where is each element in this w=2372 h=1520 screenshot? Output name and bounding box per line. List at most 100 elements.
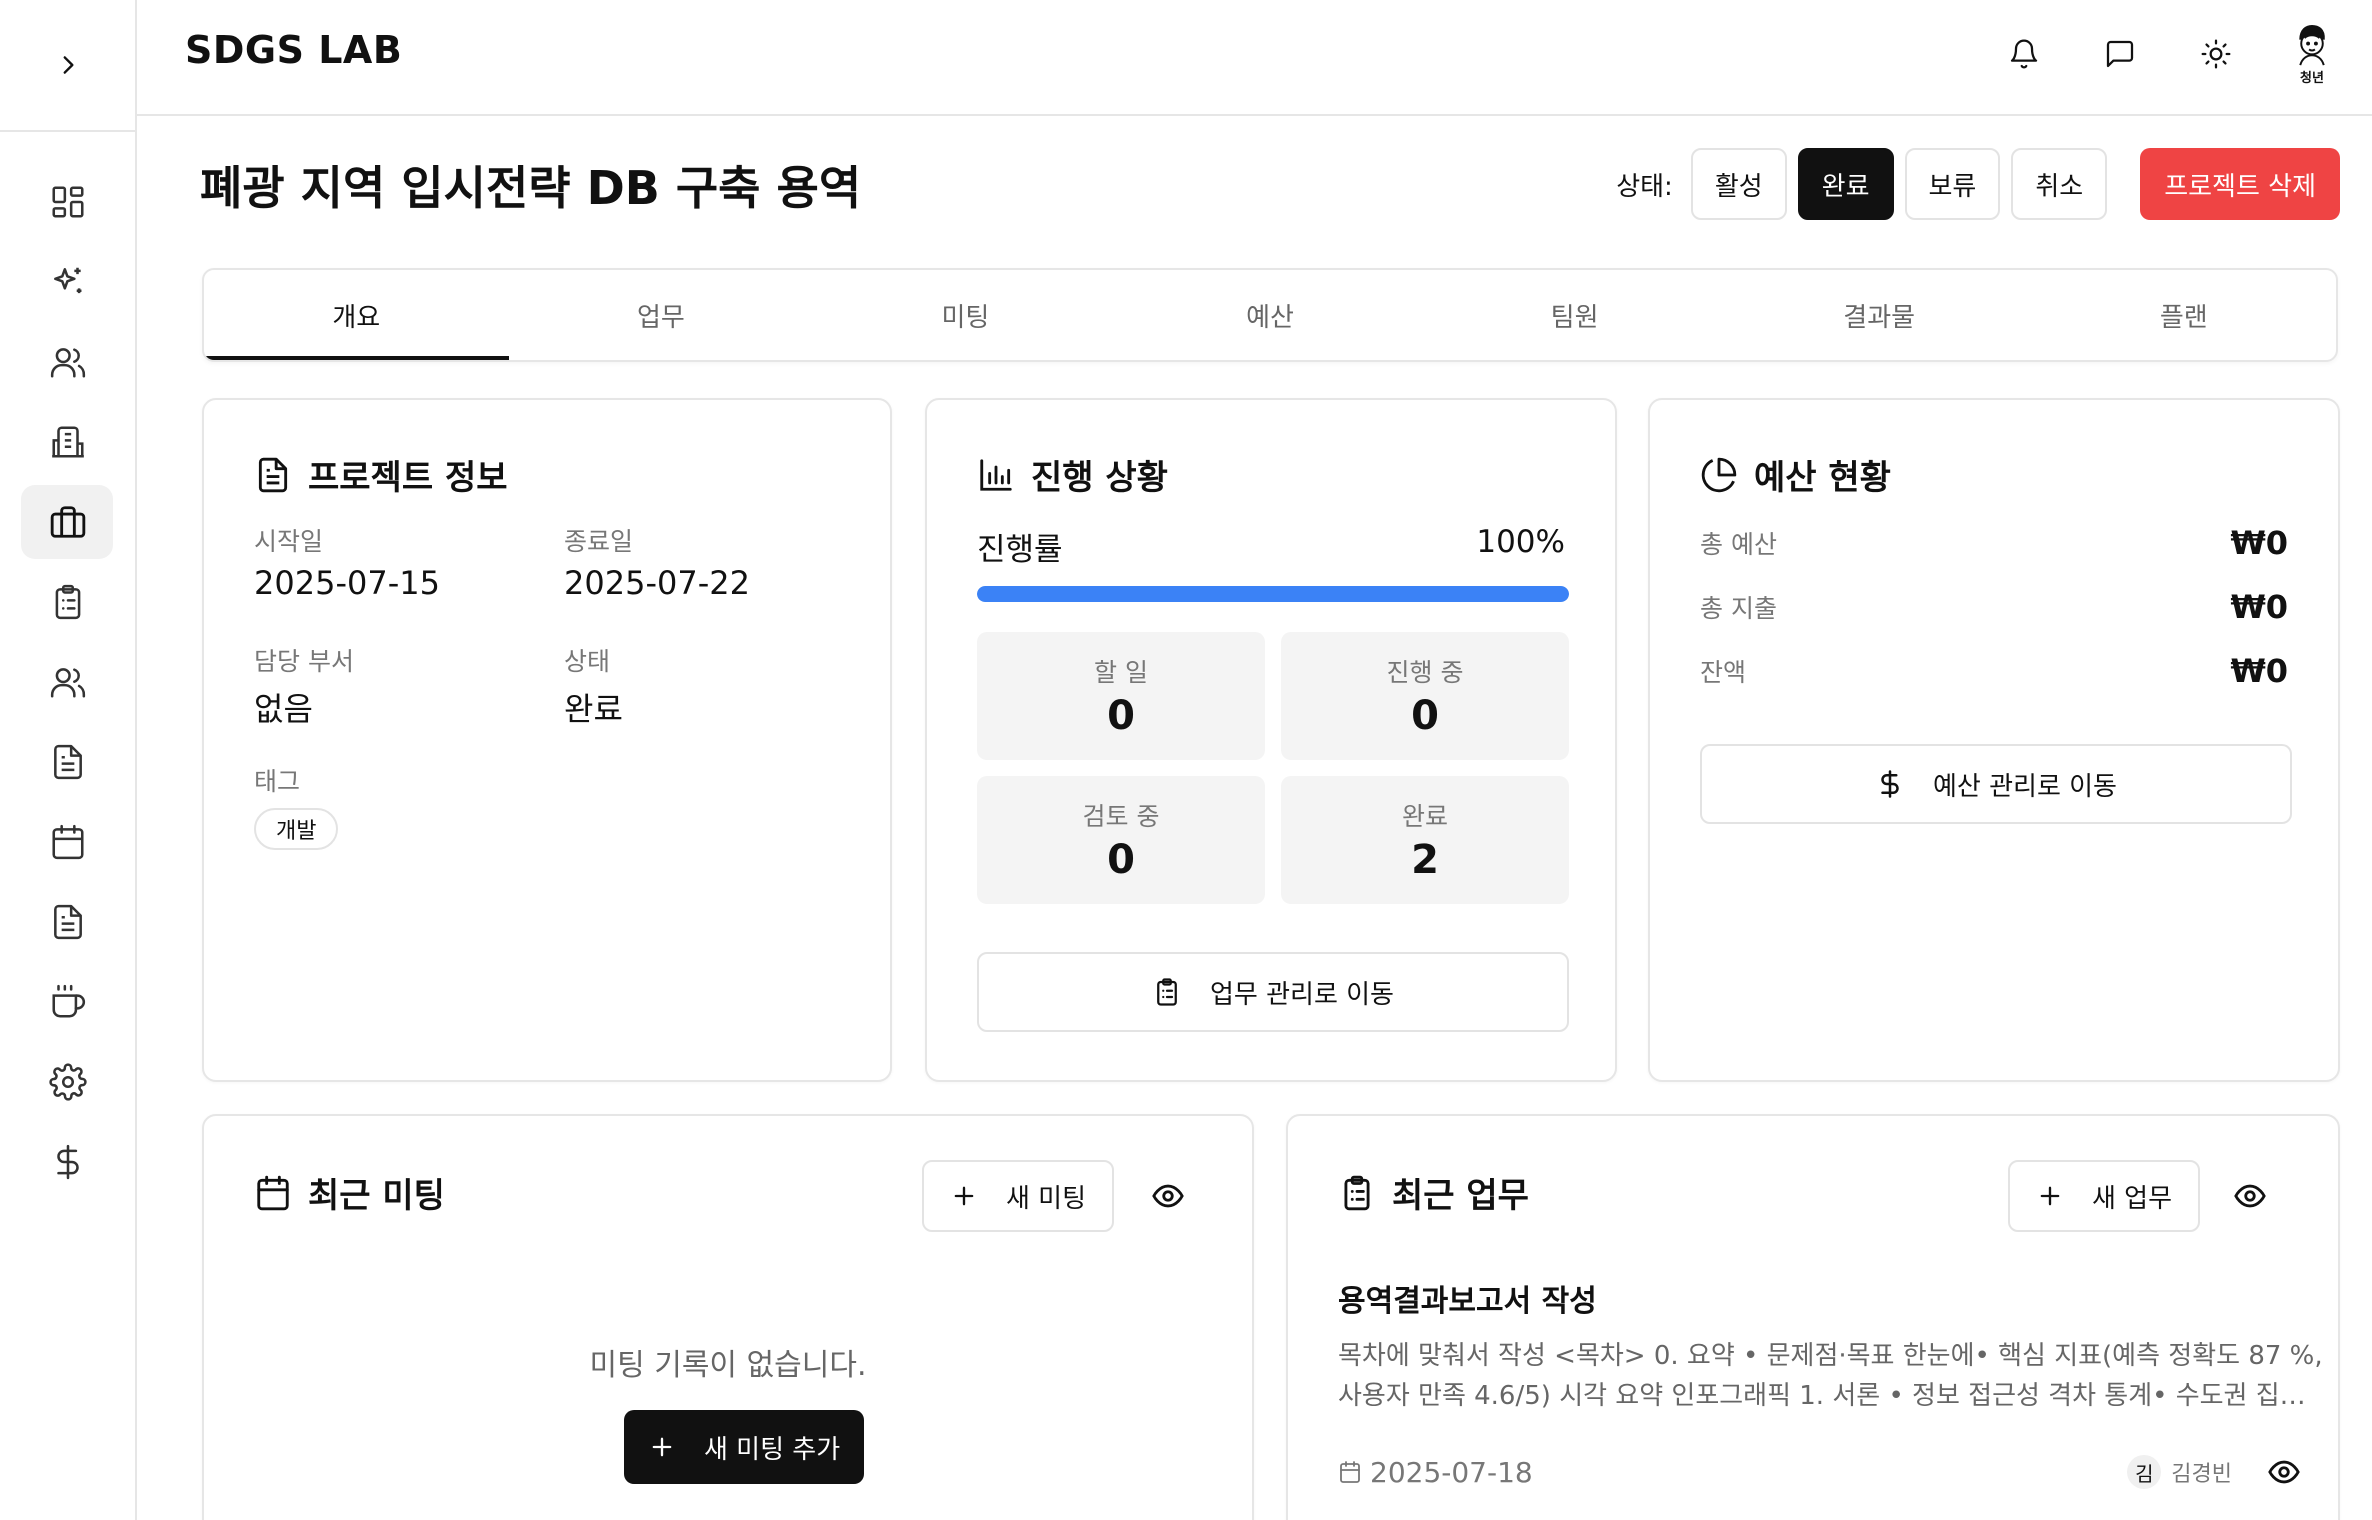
sidebar-item-settings[interactable] (0, 1042, 135, 1122)
budget-title: 예산 현황 (1700, 450, 1891, 499)
tab-deliverables[interactable]: 결과물 (1727, 270, 2032, 360)
briefcase-icon (50, 506, 85, 538)
sidebar-item-dashboard[interactable] (0, 162, 135, 242)
users-icon (50, 668, 85, 698)
file-text-icon (258, 457, 288, 492)
status-completed-button[interactable]: 완료 (1797, 148, 1894, 220)
new-meeting-label: 새 미팅 (1006, 1183, 1087, 1214)
sidebar-item-projects[interactable] (0, 482, 135, 562)
sidebar-nav (0, 162, 135, 1202)
task-assignee: 김 김경빈 (2127, 1448, 2308, 1496)
state-value: 완료 (564, 690, 623, 728)
go-to-budget-button[interactable]: 예산 관리로 이동 (1700, 744, 2292, 824)
new-task-label: 새 업무 (2092, 1183, 2173, 1214)
sidebar-item-users[interactable] (0, 322, 135, 402)
view-task-button[interactable] (2260, 1448, 2308, 1496)
brand-logo[interactable]: SDGS LAB (185, 28, 402, 72)
dollar-icon (56, 1144, 79, 1180)
start-date-value: 2025-07-15 (254, 564, 440, 602)
new-meeting-button[interactable]: 새 미팅 (922, 1160, 1115, 1232)
state-label: 상태 (564, 647, 611, 676)
messages-button[interactable] (2090, 24, 2150, 84)
add-meeting-button[interactable]: 새 미팅 추가 (624, 1410, 865, 1484)
stat-value: 0 (1107, 693, 1135, 739)
status-active-button[interactable]: 활성 (1690, 148, 1787, 220)
project-info-card: 프로젝트 정보 시작일 2025-07-15 종료일 2025-07-22 담당… (202, 398, 892, 1082)
go-to-tasks-button[interactable]: 업무 관리로 이동 (977, 952, 1569, 1032)
plus-icon (652, 1437, 672, 1457)
progress-rate-label: 진행률 (977, 532, 1063, 568)
recent-meetings-card: 최근 미팅 새 미팅 미팅 기록이 없습니다. 새 미팅 추가 (202, 1114, 1254, 1520)
dashboard-icon (51, 186, 84, 218)
theme-toggle-button[interactable] (2186, 24, 2246, 84)
sidebar-item-finance[interactable] (0, 1122, 135, 1202)
sidebar-item-lounge[interactable] (0, 962, 135, 1042)
progress-rate-row: 진행률 100% (977, 524, 1565, 569)
stat-value: 0 (1411, 693, 1439, 739)
eye-icon (1152, 1184, 1184, 1208)
sidebar-item-reports[interactable] (0, 882, 135, 962)
sidebar-item-documents[interactable] (0, 722, 135, 802)
sidebar-item-tasks[interactable] (0, 562, 135, 642)
sidebar-item-calendar[interactable] (0, 802, 135, 882)
status-hold-button[interactable]: 보류 (1904, 148, 2001, 220)
progress-card: 진행 상황 진행률 100% 할 일 0 진행 중 0 검토 중 0 완료 2 … (925, 398, 1617, 1082)
task-item-title[interactable]: 용역결과보고서 작성 (1338, 1276, 1597, 1320)
bell-icon (2010, 39, 2038, 69)
stat-review: 검토 중 0 (977, 776, 1265, 904)
progress-rate-value: 100% (1476, 524, 1565, 560)
stat-todo: 할 일 0 (977, 632, 1265, 760)
chevron-right-icon (63, 56, 74, 74)
assignee-name: 김경빈 (2171, 1462, 2232, 1487)
start-date-field: 시작일 2025-07-15 (254, 522, 440, 602)
avatar[interactable]: 청년 (2282, 22, 2342, 86)
view-tasks-button[interactable] (2226, 1172, 2274, 1220)
building-icon (51, 426, 84, 458)
tab-overview[interactable]: 개요 (204, 270, 509, 360)
settings-icon (48, 1063, 87, 1101)
task-date-value: 2025-07-18 (1370, 1455, 1533, 1489)
budget-card: 예산 현황 총 예산 ₩0 총 지출 ₩0 잔액 ₩0 예산 관리로 이동 (1648, 398, 2340, 1082)
state-field: 상태 완료 (564, 642, 623, 730)
start-date-label: 시작일 (254, 527, 324, 556)
view-meetings-button[interactable] (1144, 1172, 1192, 1220)
plus-icon (954, 1186, 974, 1206)
stat-done: 완료 2 (1281, 776, 1569, 904)
stat-value: 2 (1411, 837, 1439, 883)
tab-meetings[interactable]: 미팅 (813, 270, 1118, 360)
sidebar-item-ai[interactable] (0, 242, 135, 322)
add-meeting-label: 새 미팅 추가 (704, 1434, 841, 1465)
tab-tasks[interactable]: 업무 (509, 270, 814, 360)
sidebar-toggle-button[interactable] (0, 0, 135, 132)
tags-label: 태그 (254, 767, 301, 796)
notifications-button[interactable] (1994, 24, 2054, 84)
app-root: SDGS LAB 청년 폐광 지역 입시전략 DB 구축 용역 상태: 활성 완… (0, 0, 2372, 1520)
tab-members[interactable]: 팀원 (1422, 270, 1727, 360)
department-label: 담당 부서 (254, 647, 354, 676)
go-to-tasks-label: 업무 관리로 이동 (1210, 979, 1394, 1010)
task-item-meta: 2025-07-18 김 김경빈 (1338, 1448, 2308, 1496)
status-cancel-button[interactable]: 취소 (2011, 148, 2108, 220)
sidebar-item-organization[interactable] (0, 402, 135, 482)
sidebar (0, 0, 137, 1520)
budget-spent-row: 총 지출 ₩0 (1700, 588, 2288, 626)
end-date-field: 종료일 2025-07-22 (564, 522, 750, 602)
tab-budget[interactable]: 예산 (1118, 270, 1423, 360)
budget-remaining-row: 잔액 ₩0 (1700, 652, 2288, 690)
card-title-text: 최근 미팅 (308, 1176, 445, 1216)
delete-project-button[interactable]: 프로젝트 삭제 (2140, 148, 2340, 220)
go-to-budget-label: 예산 관리로 이동 (1933, 771, 2117, 802)
sun-icon (2201, 39, 2231, 69)
tab-plan[interactable]: 플랜 (2031, 270, 2336, 360)
department-value: 없음 (254, 690, 313, 728)
budget-remaining-label: 잔액 (1700, 658, 1747, 687)
new-task-button[interactable]: 새 업무 (2008, 1160, 2201, 1232)
calendar-icon (257, 1175, 289, 1210)
avatar-caption: 청년 (2300, 71, 2324, 86)
stat-in-progress: 진행 중 0 (1281, 632, 1569, 760)
budget-spent-label: 총 지출 (1700, 594, 1777, 623)
sidebar-item-members[interactable] (0, 642, 135, 722)
card-title-text: 프로젝트 정보 (308, 458, 508, 498)
card-title-text: 진행 상황 (1031, 458, 1168, 498)
project-tabs: 개요 업무 미팅 예산 팀원 결과물 플랜 (202, 268, 2338, 362)
